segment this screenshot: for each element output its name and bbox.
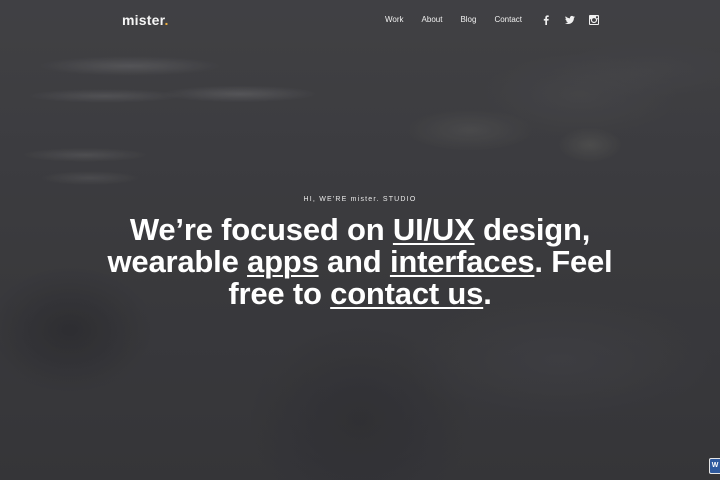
facebook-glyph [543,15,549,25]
instagram-glyph [589,15,599,25]
corner-widget-badge[interactable]: W [709,458,720,474]
hero-section: HI, WE'RE mister. STUDIO We’re focused o… [0,196,720,310]
headline-text-5: . [483,276,492,311]
logo-dot: . [164,12,169,28]
logo-text: mister [122,12,165,28]
interfaces-link[interactable]: interfaces [390,244,535,279]
apps-link[interactable]: apps [247,244,319,279]
nav-item-work[interactable]: Work [385,15,404,24]
uiux-link[interactable]: UI/UX [393,212,475,247]
main-nav: Work About Blog Contact [385,15,540,24]
logo[interactable]: mister. [122,12,169,28]
contact-us-link[interactable]: contact us [330,276,483,311]
site-header: mister. Work About Blog Contact [0,0,720,44]
nav-item-contact[interactable]: Contact [494,15,522,24]
hero-headline: We’re focused on UI/UX design, wearable … [100,214,620,310]
headline-text-1: We’re focused on [129,212,393,247]
headline-text-3: and [318,244,390,279]
instagram-icon[interactable] [588,14,600,26]
nav-item-about[interactable]: About [422,15,443,24]
twitter-glyph [565,15,575,24]
hero-kicker: HI, WE'RE mister. STUDIO [303,196,417,203]
social-links [540,14,600,26]
facebook-icon[interactable] [540,14,552,26]
twitter-icon[interactable] [564,14,576,26]
nav-item-blog[interactable]: Blog [460,15,476,24]
